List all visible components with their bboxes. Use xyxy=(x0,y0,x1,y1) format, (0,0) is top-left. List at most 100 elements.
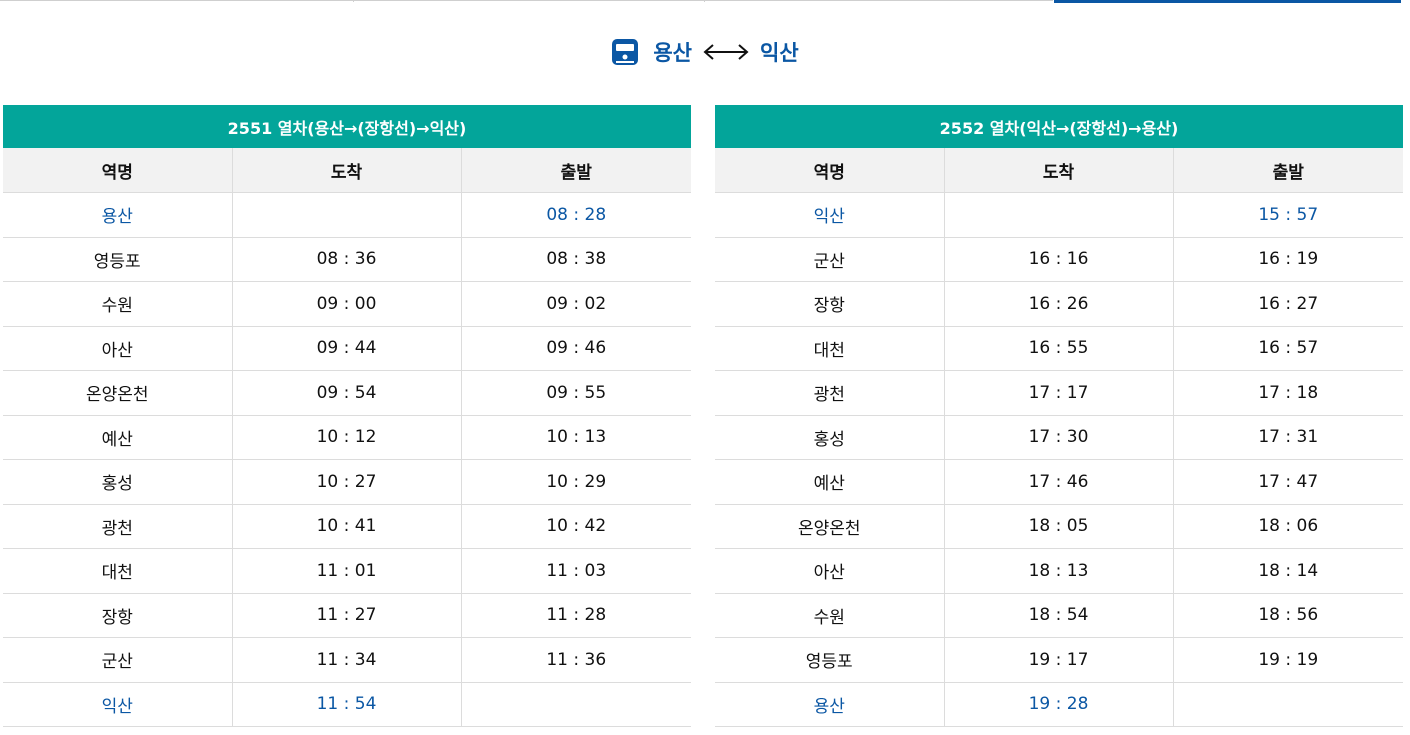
station-cell: 용산 xyxy=(715,682,945,727)
table-row: 광천 17 : 17 17 : 18 xyxy=(715,370,1404,416)
table-row: 예산 10 : 12 10 : 13 xyxy=(3,415,692,460)
arrival-cell: 16 : 26 xyxy=(944,281,1174,327)
arrival-cell xyxy=(944,192,1174,238)
table-row: 장항 11 : 27 11 : 28 xyxy=(3,593,692,638)
table-row: 수원 09 : 00 09 : 02 xyxy=(3,281,692,327)
table-row: 용산 08 : 28 xyxy=(3,192,692,238)
station-cell: 온양온천 xyxy=(3,370,233,416)
departure-cell: 11 : 36 xyxy=(461,637,692,683)
station-cell: 영등포 xyxy=(715,637,945,683)
departure-cell: 15 : 57 xyxy=(1173,192,1404,238)
column-header-station: 역명 xyxy=(715,148,945,193)
departure-cell: 17 : 18 xyxy=(1173,370,1404,416)
table-row: 아산 09 : 44 09 : 46 xyxy=(3,326,692,371)
table-row: 대천 11 : 01 11 : 03 xyxy=(3,548,692,594)
station-cell: 아산 xyxy=(715,548,945,594)
table-row: 대천 16 : 55 16 : 57 xyxy=(715,326,1404,371)
departure-cell: 09 : 02 xyxy=(461,281,692,327)
table-row: 영등포 08 : 36 08 : 38 xyxy=(3,237,692,282)
table-row: 용산 19 : 28 xyxy=(715,682,1404,727)
tab-4-active[interactable] xyxy=(1054,0,1401,3)
departure-cell: 10 : 29 xyxy=(461,459,692,505)
double-arrow-icon xyxy=(702,42,750,62)
arrival-cell: 18 : 05 xyxy=(944,504,1174,549)
route-to: 익산 xyxy=(760,41,799,65)
tab-3[interactable] xyxy=(705,0,1053,1)
table-row: 홍성 17 : 30 17 : 31 xyxy=(715,415,1404,460)
table-row: 아산 18 : 13 18 : 14 xyxy=(715,548,1404,594)
station-cell: 대천 xyxy=(3,548,233,594)
arrival-cell: 19 : 17 xyxy=(944,637,1174,683)
table-row: 홍성 10 : 27 10 : 29 xyxy=(3,459,692,505)
column-header-station: 역명 xyxy=(3,148,233,193)
departure-cell: 18 : 06 xyxy=(1173,504,1404,549)
station-cell: 수원 xyxy=(3,281,233,327)
departure-cell: 10 : 42 xyxy=(461,504,692,549)
timetable-2552: 2552 열차(익산→(장항선)→용산) 역명 도착 출발 익산 15 : 57 군… xyxy=(715,105,1404,727)
timetable-title: 2551 열차(용산→(장항선)→익산) xyxy=(3,105,692,148)
table-row: 예산 17 : 46 17 : 47 xyxy=(715,459,1404,505)
timetable-title: 2552 열차(익산→(장항선)→용산) xyxy=(715,105,1404,148)
station-cell: 익산 xyxy=(715,192,945,238)
departure-cell: 10 : 13 xyxy=(461,415,692,460)
station-cell: 광천 xyxy=(3,504,233,549)
departure-cell: 09 : 46 xyxy=(461,326,692,371)
table-row: 수원 18 : 54 18 : 56 xyxy=(715,593,1404,638)
departure-cell: 11 : 28 xyxy=(461,593,692,638)
table-row: 광천 10 : 41 10 : 42 xyxy=(3,504,692,549)
station-cell: 예산 xyxy=(715,459,945,505)
timetable-body: 용산 08 : 28 영등포 08 : 36 08 : 38 수원 09 : 00 09 : … xyxy=(3,192,692,727)
departure-cell xyxy=(461,682,692,727)
tab-2[interactable] xyxy=(354,0,704,1)
table-row: 군산 16 : 16 16 : 19 xyxy=(715,237,1404,282)
station-cell: 홍성 xyxy=(715,415,945,460)
station-cell: 홍성 xyxy=(3,459,233,505)
arrival-cell: 11 : 01 xyxy=(232,548,462,594)
column-header-departure: 출발 xyxy=(1173,148,1404,193)
arrival-cell: 16 : 16 xyxy=(944,237,1174,282)
station-cell: 용산 xyxy=(3,192,233,238)
departure-cell: 19 : 19 xyxy=(1173,637,1404,683)
station-cell: 예산 xyxy=(3,415,233,460)
table-row: 장항 16 : 26 16 : 27 xyxy=(715,281,1404,327)
table-row: 영등포 19 : 17 19 : 19 xyxy=(715,637,1404,683)
table-row: 온양온천 09 : 54 09 : 55 xyxy=(3,370,692,416)
table-row: 군산 11 : 34 11 : 36 xyxy=(3,637,692,683)
station-cell: 장항 xyxy=(3,593,233,638)
arrival-cell: 09 : 54 xyxy=(232,370,462,416)
arrival-cell: 18 : 13 xyxy=(944,548,1174,594)
table-row: 익산 11 : 54 xyxy=(3,682,692,727)
arrival-cell: 19 : 28 xyxy=(944,682,1174,727)
station-cell: 아산 xyxy=(3,326,233,371)
departure-cell: 16 : 57 xyxy=(1173,326,1404,371)
station-cell: 광천 xyxy=(715,370,945,416)
station-cell: 수원 xyxy=(715,593,945,638)
station-cell: 익산 xyxy=(3,682,233,727)
arrival-cell: 17 : 30 xyxy=(944,415,1174,460)
departure-cell: 18 : 14 xyxy=(1173,548,1404,594)
arrival-cell: 09 : 44 xyxy=(232,326,462,371)
train-icon xyxy=(611,38,639,66)
station-cell: 영등포 xyxy=(3,237,233,282)
tab-1[interactable] xyxy=(0,0,353,1)
route-heading: 용산 익산 xyxy=(0,34,1410,70)
arrival-cell: 11 : 27 xyxy=(232,593,462,638)
arrival-cell: 10 : 41 xyxy=(232,504,462,549)
route-from: 용산 xyxy=(653,41,692,65)
departure-cell: 08 : 28 xyxy=(461,192,692,238)
station-cell: 대천 xyxy=(715,326,945,371)
station-cell: 온양온천 xyxy=(715,504,945,549)
table-row: 온양온천 18 : 05 18 : 06 xyxy=(715,504,1404,549)
station-cell: 군산 xyxy=(3,637,233,683)
timetable-2551: 2551 열차(용산→(장항선)→익산) 역명 도착 출발 용산 08 : 28 영… xyxy=(3,105,692,727)
arrival-cell: 17 : 17 xyxy=(944,370,1174,416)
station-cell: 장항 xyxy=(715,281,945,327)
arrival-cell: 18 : 54 xyxy=(944,593,1174,638)
departure-cell: 11 : 03 xyxy=(461,548,692,594)
arrival-cell: 11 : 54 xyxy=(232,682,462,727)
station-cell: 군산 xyxy=(715,237,945,282)
arrival-cell: 08 : 36 xyxy=(232,237,462,282)
column-header-arrival: 도착 xyxy=(944,148,1174,193)
arrival-cell: 10 : 12 xyxy=(232,415,462,460)
column-header-departure: 출발 xyxy=(461,148,692,193)
